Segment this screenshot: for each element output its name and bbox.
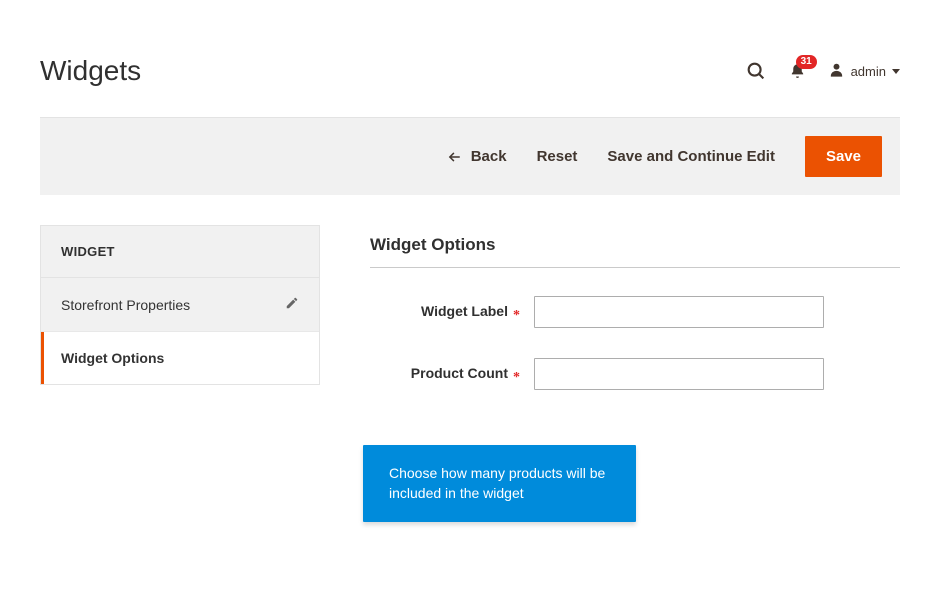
- save-button[interactable]: Save: [805, 136, 882, 177]
- product-count-input[interactable]: [534, 358, 824, 390]
- widget-label-input[interactable]: [534, 296, 824, 328]
- section-title: Widget Options: [370, 235, 900, 268]
- search-icon[interactable]: [745, 60, 767, 82]
- sidebar-item-storefront-properties[interactable]: Storefront Properties: [41, 278, 319, 332]
- save-continue-button[interactable]: Save and Continue Edit: [607, 148, 775, 165]
- sidebar-item-widget-options[interactable]: Widget Options: [41, 332, 319, 384]
- tooltip-help-text: Choose how many products will be include…: [363, 445, 636, 522]
- sidebar-section-title: WIDGET: [41, 226, 319, 278]
- user-menu[interactable]: admin: [828, 61, 900, 81]
- pencil-icon: [285, 296, 299, 313]
- label-text: Widget Label: [421, 303, 508, 319]
- reset-button[interactable]: Reset: [537, 148, 578, 165]
- product-count-label: Product Count *: [370, 365, 520, 383]
- sidebar-item-label: Storefront Properties: [61, 297, 190, 313]
- notification-badge: 31: [796, 55, 817, 69]
- main-panel: Widget Options Widget Label * Product Cou…: [370, 225, 900, 522]
- required-mark: *: [513, 370, 520, 385]
- back-label: Back: [471, 148, 507, 165]
- chevron-down-icon: [892, 69, 900, 74]
- sidebar-item-label: Widget Options: [61, 350, 164, 366]
- required-mark: *: [513, 308, 520, 323]
- user-icon: [828, 61, 845, 81]
- label-text: Product Count: [411, 365, 508, 381]
- page-header: Widgets 31 admin: [40, 0, 900, 117]
- back-button[interactable]: Back: [446, 148, 507, 165]
- user-label: admin: [851, 64, 886, 79]
- form-row-widget-label: Widget Label *: [370, 296, 900, 328]
- action-bar: Back Reset Save and Continue Edit Save: [40, 117, 900, 195]
- arrow-left-icon: [446, 150, 463, 164]
- page-title: Widgets: [40, 55, 141, 87]
- header-right: 31 admin: [745, 60, 900, 82]
- sidebar: WIDGET Storefront Properties Widget Opti…: [40, 225, 320, 385]
- form-row-product-count: Product Count *: [370, 358, 900, 390]
- notifications-icon[interactable]: 31: [789, 62, 806, 81]
- widget-label-label: Widget Label *: [370, 303, 520, 321]
- content-columns: WIDGET Storefront Properties Widget Opti…: [40, 225, 900, 522]
